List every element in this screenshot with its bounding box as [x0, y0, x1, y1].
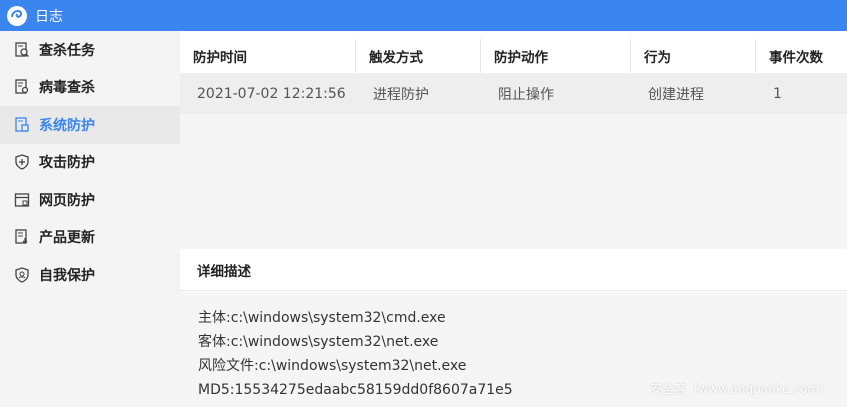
virus-scan-icon [13, 78, 31, 96]
cell-trigger: 进程防护 [373, 86, 429, 103]
log-table: 防护时间 触发方式 防护动作 行为 事件次数 2021-07-02 12:21:… [180, 39, 847, 278]
detail-title: 详细描述 [197, 263, 251, 280]
sidebar-item-virus-scan[interactable]: 病毒查杀 [0, 69, 180, 107]
watermark: 安全客（www.anquanke.com） [650, 382, 831, 396]
detail-risk-file: 风险文件:c:\windows\system32\net.exe [198, 358, 467, 374]
column-header-time[interactable]: 防护时间 [180, 39, 356, 73]
sidebar: 查杀任务 病毒查杀 系统防护 攻击防护 网页防护 产品更新 自我保护 [0, 31, 180, 407]
cell-time: 2021-07-02 12:21:56 [197, 85, 346, 102]
table-row[interactable]: 2021-07-02 12:21:56 进程防护 阻止操作 创建进程 1 [180, 73, 847, 114]
window-title: 日志 [35, 8, 63, 25]
sidebar-item-label: 查杀任务 [39, 42, 95, 59]
cell-count: 1 [773, 85, 782, 102]
sidebar-item-product-update[interactable]: 产品更新 [0, 219, 180, 257]
sidebar-item-label: 病毒查杀 [39, 80, 95, 97]
sidebar-item-label: 攻击防护 [39, 155, 95, 172]
update-icon [13, 228, 31, 246]
sidebar-item-scan-task[interactable]: 查杀任务 [0, 31, 180, 69]
attack-shield-icon [13, 153, 31, 171]
sidebar-item-label: 系统防护 [39, 117, 95, 134]
sidebar-item-label: 自我保护 [39, 267, 95, 284]
column-header-count[interactable]: 事件次数 [756, 39, 847, 73]
table-header: 防护时间 触发方式 防护动作 行为 事件次数 [180, 39, 847, 73]
app-logo-icon [7, 5, 27, 26]
column-header-action[interactable]: 防护动作 [481, 39, 631, 73]
sidebar-item-self-protect[interactable]: 自我保护 [0, 256, 180, 294]
column-header-behavior[interactable]: 行为 [631, 39, 756, 73]
cell-behavior: 创建进程 [648, 86, 704, 103]
detail-header: 详细描述 [180, 249, 847, 291]
sidebar-item-label: 产品更新 [39, 230, 95, 247]
column-header-trigger[interactable]: 触发方式 [356, 39, 481, 73]
detail-subject: 主体:c:\windows\system32\cmd.exe [198, 310, 446, 326]
sidebar-item-attack-protect[interactable]: 攻击防护 [0, 144, 180, 182]
scan-task-icon [13, 41, 31, 59]
self-protect-icon [13, 266, 31, 284]
log-panel: 防护时间 触发方式 防护动作 行为 事件次数 2021-07-02 12:21:… [180, 31, 847, 407]
system-protect-icon [13, 116, 31, 134]
title-bar: 日志 [0, 0, 847, 31]
sidebar-item-web-protect[interactable]: 网页防护 [0, 181, 180, 219]
cell-action: 阻止操作 [498, 86, 554, 103]
detail-object: 客体:c:\windows\system32\net.exe [198, 334, 439, 350]
sidebar-item-system-protect[interactable]: 系统防护 [0, 106, 180, 144]
sidebar-item-label: 网页防护 [39, 192, 95, 209]
web-protect-icon [13, 191, 31, 209]
